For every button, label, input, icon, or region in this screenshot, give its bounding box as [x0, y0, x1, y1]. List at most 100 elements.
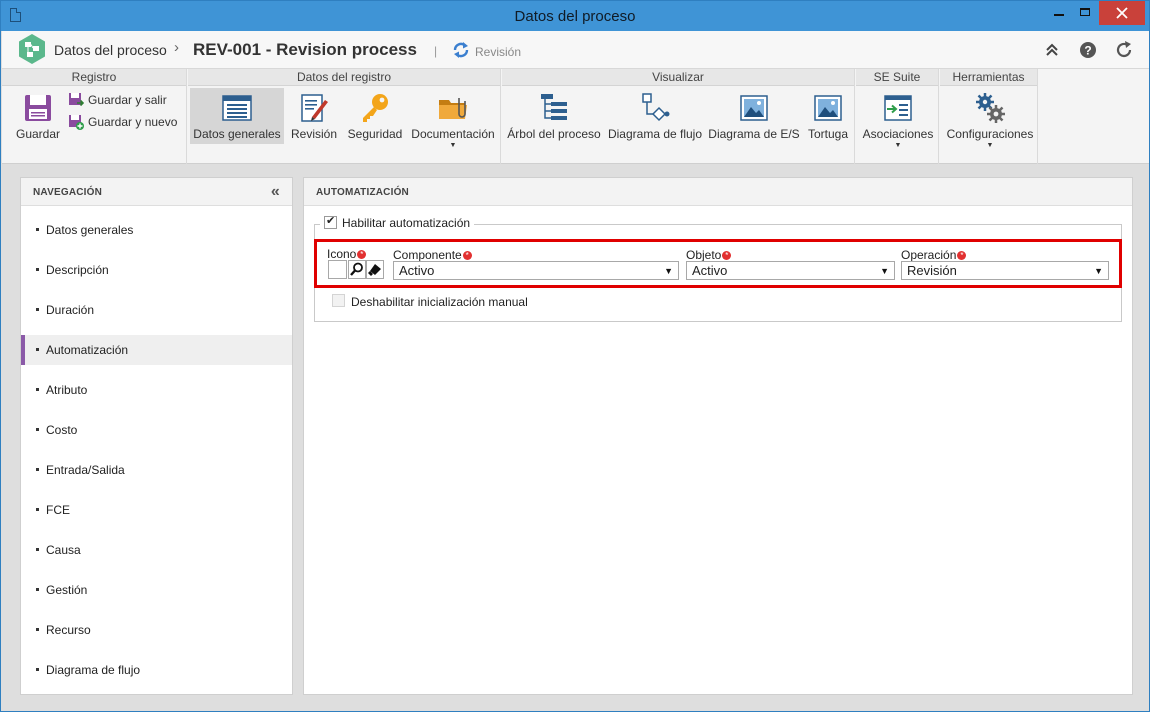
bullet-icon	[36, 668, 39, 671]
minimize-button[interactable]	[1047, 1, 1071, 25]
folder-clip-icon	[439, 98, 467, 119]
nav-item-label: Descripción	[46, 263, 109, 277]
arbol-proceso-button[interactable]: Árbol del proceso	[506, 88, 602, 144]
bullet-icon	[36, 348, 39, 351]
asociaciones-label: Asociaciones	[862, 127, 934, 141]
collapse-up-icon[interactable]	[1042, 40, 1062, 60]
ribbon-group-herramientas: Herramientas Configuraciones ▼	[940, 69, 1038, 164]
nav-item-label: Atributo	[46, 383, 88, 397]
nav-item-label: Diagrama de flujo	[46, 663, 141, 677]
configuraciones-button[interactable]: Configuraciones ▼	[944, 88, 1036, 149]
seguridad-button[interactable]: Seguridad	[344, 88, 406, 144]
nav-item-label: Recurso	[46, 623, 91, 637]
process-logo-icon	[19, 34, 45, 64]
bullet-icon	[36, 268, 39, 271]
nav-item[interactable]: Causa	[21, 535, 292, 565]
asociaciones-button[interactable]: Asociaciones ▼	[859, 88, 937, 149]
seguridad-label: Seguridad	[347, 127, 403, 141]
nav-item-label: FCE	[46, 503, 70, 517]
nav-item[interactable]: Gestión	[21, 575, 292, 605]
save-exit-icon	[69, 93, 84, 107]
guardar-label: Guardar	[15, 127, 61, 141]
close-icon	[1116, 7, 1128, 19]
nav-item[interactable]: Costo	[21, 415, 292, 445]
tortuga-label: Tortuga	[807, 127, 849, 141]
bullet-icon	[36, 388, 39, 391]
nav-item[interactable]: Atributo	[21, 375, 292, 405]
revision-label: Revisión	[290, 127, 338, 141]
image-turtle-icon	[814, 95, 842, 121]
documentacion-button[interactable]: Documentación ▼	[408, 88, 498, 149]
svg-text:?: ?	[1084, 44, 1091, 58]
nav-item[interactable]: Automatización	[21, 335, 292, 365]
group-title: Herramientas	[940, 69, 1037, 86]
form-window-icon	[222, 95, 252, 121]
close-button[interactable]	[1099, 1, 1145, 25]
bullet-icon	[36, 588, 39, 591]
nav-item[interactable]: Datos generales	[21, 215, 292, 245]
guardar-y-nuevo-button[interactable]: Guardar y nuevo	[68, 114, 182, 132]
help-icon[interactable]: ?	[1078, 40, 1098, 60]
save-new-icon	[69, 115, 84, 130]
app-window: Datos del proceso Datos del proceso › RE…	[0, 0, 1150, 712]
diagrama-flujo-button[interactable]: Diagrama de flujo	[606, 88, 704, 144]
nav-item-label: Gestión	[46, 583, 88, 597]
highlight-box	[314, 239, 1122, 288]
navigation-title: NAVEGACIÓN «	[21, 178, 292, 206]
group-title: SE Suite	[856, 69, 938, 86]
nav-item-label: Duración	[46, 303, 95, 317]
nav-item-label: Entrada/Salida	[46, 463, 125, 477]
diagrama-es-button[interactable]: Diagrama de E/S	[708, 88, 800, 144]
nav-item[interactable]: Entrada/Salida	[21, 455, 292, 485]
bullet-icon	[36, 508, 39, 511]
nav-item[interactable]: FCE	[21, 495, 292, 525]
diagrama-es-label: Diagrama de E/S	[708, 127, 800, 141]
automation-panel: AUTOMATIZACIÓN Habilitar automatización …	[303, 177, 1133, 695]
associations-icon	[884, 95, 912, 121]
configuraciones-label: Configuraciones	[946, 127, 1034, 141]
bullet-icon	[36, 308, 39, 311]
window-title: Datos del proceso	[514, 8, 636, 25]
disable-manual-checkbox[interactable]	[332, 294, 345, 307]
section-title: AUTOMATIZACIÓN	[304, 178, 1132, 206]
image-chart-icon	[740, 95, 768, 121]
refresh-icon[interactable]	[1114, 40, 1134, 60]
ribbon-group-datos-registro: Datos del registro Datos generales Revis…	[188, 69, 501, 164]
ribbon-toolbar: Registro Guardar Guardar y salir Guardar…	[2, 69, 1149, 164]
navigation-title-text: NAVEGACIÓN	[33, 187, 103, 198]
nav-item[interactable]: Diagrama de flujo	[21, 655, 292, 685]
bullet-icon	[36, 628, 39, 631]
nav-item[interactable]: Descripción	[21, 255, 292, 285]
gears-icon	[976, 93, 1005, 123]
nav-item[interactable]: Duración	[21, 295, 292, 325]
datos-generales-button[interactable]: Datos generales	[190, 88, 284, 144]
navigation-panel: NAVEGACIÓN « Datos generales Descripción D…	[20, 177, 293, 695]
guardar-y-salir-button[interactable]: Guardar y salir	[68, 92, 178, 110]
bullet-icon	[36, 548, 39, 551]
group-title: Registro	[2, 69, 186, 86]
revision-button[interactable]: Revisión	[286, 88, 342, 144]
disable-manual-label: Deshabilitar inicialización manual	[351, 295, 528, 309]
diagrama-flujo-label: Diagrama de flujo	[607, 127, 703, 141]
key-icon	[363, 94, 388, 122]
nav-item[interactable]: Recurso	[21, 615, 292, 645]
nav-item-label: Datos generales	[46, 223, 134, 237]
documentacion-label: Documentación	[411, 127, 495, 141]
tortuga-button[interactable]: Tortuga	[804, 88, 852, 144]
nav-item-label: Causa	[46, 543, 81, 557]
section-title-text: AUTOMATIZACIÓN	[316, 187, 409, 198]
maximize-button[interactable]	[1073, 1, 1097, 25]
header-divider: |	[434, 44, 438, 58]
ribbon-group-registro: Registro Guardar Guardar y salir Guardar…	[2, 69, 187, 164]
dropdown-caret-icon: ▼	[986, 142, 994, 149]
collapse-panel-icon[interactable]: «	[271, 183, 280, 201]
flowchart-icon	[642, 93, 670, 122]
save-icon	[25, 95, 51, 121]
bullet-icon	[36, 428, 39, 431]
dropdown-caret-icon: ▼	[894, 142, 902, 149]
nav-item-label: Automatización	[46, 343, 129, 357]
ribbon-group-visualizar: Visualizar Árbol del proceso Diagrama de…	[502, 69, 855, 164]
breadcrumb-root[interactable]: Datos del proceso	[54, 42, 167, 58]
guardar-button[interactable]: Guardar	[11, 88, 65, 144]
enable-automation-checkbox[interactable]	[324, 214, 337, 229]
